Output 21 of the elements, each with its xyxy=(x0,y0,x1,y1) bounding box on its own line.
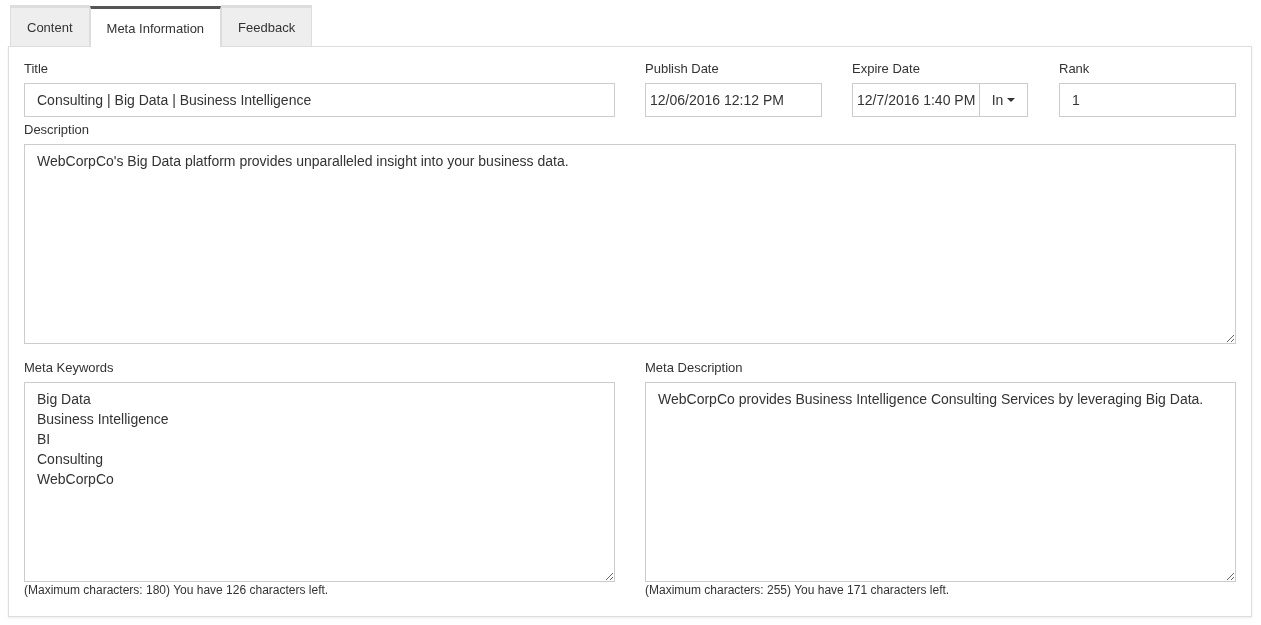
field-label: Publish Date xyxy=(645,61,720,77)
meta-description-field[interactable]: WebCorpCo provides Business Intelligence Consulting Services by leveraging Big Data. xyxy=(645,382,1236,582)
help-text: (Maximum characters: 180) You have 126 characters left. xyxy=(24,582,330,598)
meta-keywords-field[interactable]: Big Data Business Intelligence BI Consulting WebCorpCo xyxy=(24,382,615,582)
description-field[interactable]: WebCorpCo's Big Data platform provides unparalleled insight into your business data. xyxy=(24,144,1236,344)
field-label: Title xyxy=(24,61,50,77)
field-label: Rank xyxy=(1059,61,1091,77)
title-field[interactable]: Consulting | Big Data | Business Intelligence xyxy=(24,83,615,117)
expire-date-field[interactable]: 12/7/2016 1:40 PM xyxy=(852,83,980,117)
caret-icon xyxy=(1007,98,1016,102)
field-label: Expire Date xyxy=(852,61,921,77)
tab[interactable]: Meta Information xyxy=(89,6,222,47)
field-label: Meta Description xyxy=(645,360,744,376)
field-label: Meta Keywords xyxy=(24,360,115,376)
publish-date-field[interactable]: 12/06/2016 12:12 PM xyxy=(645,83,822,117)
tab[interactable]: Feedback xyxy=(221,5,313,46)
field-label: Description xyxy=(24,122,91,138)
help-text: (Maximum characters: 255) You have 171 characters left. xyxy=(645,582,951,598)
rank-field[interactable]: 1 xyxy=(1059,83,1236,117)
dropdown-button[interactable]: In xyxy=(980,83,1028,117)
tab[interactable]: Content xyxy=(10,5,90,46)
